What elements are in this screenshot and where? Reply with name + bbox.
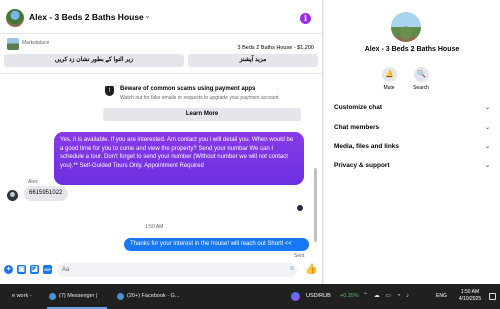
chevron-down-icon: ⌄	[484, 105, 490, 111]
mark-pending-button[interactable]: زیر التوا کے بطور نشان زد کریں	[4, 54, 184, 67]
thumbs-up-icon[interactable]: 👍	[305, 264, 317, 275]
chevron-down-icon: ⌄	[484, 163, 490, 169]
clock[interactable]: 1:50 AM 4/10/2025	[455, 289, 485, 303]
incoming-message[interactable]: 6615951022	[24, 186, 68, 201]
stock-ticker[interactable]: USD/RUB	[306, 284, 331, 309]
row-label: Privacy & support	[334, 162, 390, 169]
outgoing-message[interactable]: Yes, it is available. If you are interes…	[54, 132, 304, 185]
taskbar-item-label: (20+) Facebook - G...	[127, 293, 180, 299]
taskbar-item[interactable]: (7) Messenger | Fac...	[47, 284, 107, 309]
marketplace-thumbnail[interactable]	[7, 38, 19, 50]
search-label[interactable]: Search	[406, 85, 436, 91]
chevron-down-icon: ⌄	[484, 125, 490, 131]
mute-label[interactable]: Mute	[374, 85, 404, 91]
marketplace-bar: Marketplace 3 Beds 2 Baths House - $1,20…	[0, 34, 323, 74]
customize-chat-row[interactable]: Customize chat ⌄	[334, 104, 494, 116]
clock-time: 1:50 AM	[460, 289, 480, 295]
chevron-down-icon[interactable]: ⌄	[144, 11, 151, 20]
more-options-button[interactable]: مزید آپشنز	[188, 54, 318, 67]
conversation-info-panel: Alex - 3 Beds 2 Baths House 🔔 🔍 Mute Sea…	[324, 0, 500, 284]
message-timestamp: 1:50 AM	[145, 224, 164, 230]
bell-icon[interactable]: 🔔	[382, 67, 397, 82]
read-receipt-avatar	[297, 205, 303, 211]
plus-icon[interactable]: +	[4, 265, 13, 274]
system-tray-icons[interactable]: ⌃ ☁ ▭ ◔ ♪	[363, 284, 411, 309]
scam-warning-title: Beware of common scams using payment app…	[120, 86, 256, 92]
notification-icon[interactable]	[489, 293, 496, 300]
messenger-icon[interactable]	[291, 292, 300, 301]
chrome-icon	[117, 293, 124, 300]
chat-scrollbar[interactable]	[314, 168, 317, 242]
outgoing-message[interactable]: Thanks for your interest in the house! w…	[124, 238, 309, 251]
clock-date: 4/10/2025	[458, 296, 482, 302]
info-icon[interactable]: i	[300, 13, 311, 24]
panel-avatar[interactable]	[391, 12, 421, 42]
sticker-icon[interactable]: ◪	[30, 265, 39, 274]
listing-title[interactable]: 3 Beds 2 Baths House - $1,200	[238, 45, 314, 51]
chat-members-row[interactable]: Chat members ⌄	[334, 124, 494, 136]
emoji-icon[interactable]: ☺	[289, 266, 295, 272]
row-label: Chat members	[334, 124, 380, 131]
image-icon[interactable]: ▣	[17, 265, 26, 274]
stock-change: +0.35%	[340, 293, 359, 299]
marketplace-label: Marketplace	[22, 40, 50, 46]
message-status: Sent	[294, 253, 305, 259]
chat-window: Alex - 3 Beds 2 Baths House ⌄ i Marketpl…	[0, 0, 323, 284]
search-icon[interactable]: 🔍	[414, 67, 429, 82]
privacy-support-row[interactable]: Privacy & support ⌄	[334, 162, 494, 174]
scam-warning-card: ! Beware of common scams using payment a…	[95, 81, 310, 123]
sender-avatar[interactable]	[7, 190, 18, 201]
taskbar-item-label: e work - Googl...	[12, 293, 32, 299]
shield-icon: !	[105, 86, 114, 96]
row-label: Media, files and links	[334, 143, 400, 150]
scam-warning-subtitle: Watch out for fake emails or requests to…	[120, 95, 280, 101]
taskbar-item[interactable]: e work - Googl...	[0, 284, 42, 309]
row-label: Customize chat	[334, 104, 383, 111]
media-files-links-row[interactable]: Media, files and links ⌄	[334, 143, 494, 155]
taskbar: e work - Googl... (7) Messenger | Fac...…	[0, 284, 500, 309]
panel-title: Alex - 3 Beds 2 Baths House	[364, 46, 460, 53]
taskbar-item-label: (7) Messenger | Fac...	[59, 293, 98, 299]
conversation-title[interactable]: Alex - 3 Beds 2 Baths House	[29, 12, 144, 22]
gif-icon[interactable]: GIF	[43, 265, 52, 274]
learn-more-button[interactable]: Learn More	[103, 108, 301, 121]
conversation-avatar[interactable]	[6, 9, 24, 27]
sender-name: Alex	[28, 179, 38, 185]
taskbar-item[interactable]: (20+) Facebook - G...	[115, 284, 185, 309]
chat-header: Alex - 3 Beds 2 Baths House ⌄ i	[0, 0, 323, 34]
message-input[interactable]: Aa	[57, 263, 297, 277]
chrome-icon	[49, 293, 56, 300]
chevron-down-icon: ⌄	[484, 144, 490, 150]
language-indicator[interactable]: ENG	[436, 284, 447, 309]
